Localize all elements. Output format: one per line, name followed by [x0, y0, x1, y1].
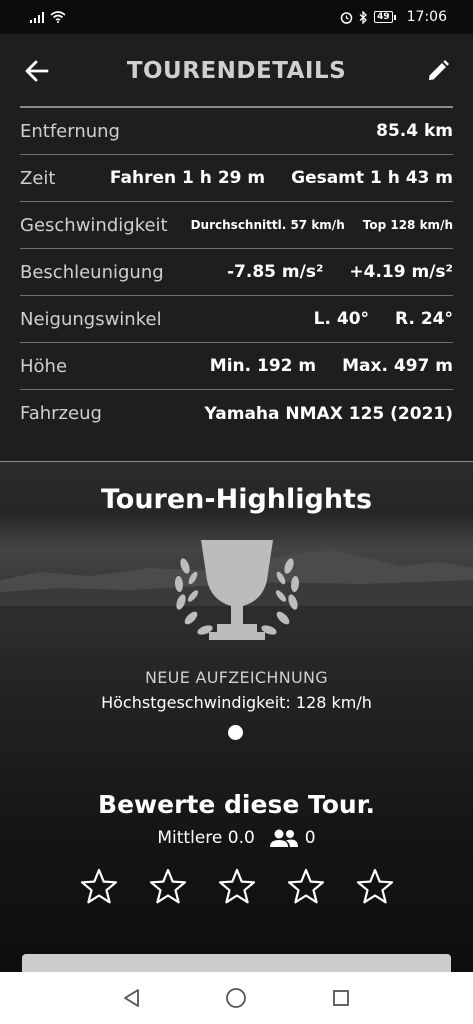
- tour-details-list: Entfernung 85.4 km Zeit Fahren 1 h 29 m …: [0, 108, 473, 462]
- detail-row-vehicle: Fahrzeug Yamaha NMAX 125 (2021): [20, 390, 453, 437]
- trophy-icon: [174, 540, 300, 640]
- average-speed-value: Durchschnittl. 57 km/h: [190, 218, 345, 232]
- detail-label: Höhe: [20, 355, 68, 377]
- highlights-title: Touren-Highlights: [100, 484, 373, 515]
- pencil-icon: [429, 60, 449, 80]
- star-1[interactable]: [78, 866, 120, 908]
- star-5[interactable]: [354, 866, 396, 908]
- star-outline-icon: [287, 868, 325, 904]
- acceleration-value: +4.19 m/s²: [349, 262, 453, 282]
- battery-icon: 49: [374, 11, 396, 23]
- detail-row-altitude: Höhe Min. 192 m Max. 497 m: [20, 343, 453, 390]
- altitude-min-value: Min. 192 m: [209, 356, 317, 376]
- detail-label: Zeit: [20, 167, 56, 189]
- deceleration-value: -7.85 m/s²: [227, 262, 324, 282]
- rating-count: 0: [304, 828, 316, 848]
- status-bar: 49 17:06: [0, 0, 473, 34]
- people-icon: [269, 829, 298, 847]
- star-outline-icon: [149, 868, 187, 904]
- lean-left-value: L. 40°: [313, 309, 370, 329]
- star-4[interactable]: [285, 866, 327, 908]
- detail-row-time: Zeit Fahren 1 h 29 m Gesamt 1 h 43 m: [20, 155, 453, 202]
- riding-time-value: Fahren 1 h 29 m: [109, 168, 266, 188]
- back-button[interactable]: [22, 56, 52, 86]
- star-2[interactable]: [147, 866, 189, 908]
- star-outline-icon: [80, 868, 118, 904]
- detail-label: Neigungswinkel: [20, 308, 162, 330]
- signal-icon: [30, 11, 44, 23]
- carousel-page-indicator[interactable]: [228, 725, 243, 740]
- lean-right-value: R. 24°: [395, 309, 453, 329]
- record-value: Höchstgeschwindigkeit: 128 km/h: [101, 693, 372, 712]
- detail-row-acceleration: Beschleunigung -7.85 m/s² +4.19 m/s²: [20, 249, 453, 296]
- vehicle-value: Yamaha NMAX 125 (2021): [204, 403, 453, 424]
- app-header: TOURENDETAILS: [0, 34, 473, 108]
- wifi-icon: [50, 11, 66, 23]
- battery-level: 49: [377, 12, 390, 22]
- total-time-value: Gesamt 1 h 43 m: [291, 168, 453, 188]
- record-label: NEUE AUFZEICHNUNG: [145, 668, 328, 687]
- altitude-max-value: Max. 497 m: [342, 356, 453, 376]
- alarm-icon: [340, 11, 353, 24]
- rating-title: Bewerte diese Tour.: [98, 790, 375, 819]
- triangle-back-icon: [124, 989, 140, 1007]
- star-outline-icon: [218, 868, 256, 904]
- square-recents-icon: [332, 990, 349, 1006]
- arrow-left-icon: [25, 60, 49, 82]
- star-rating: [78, 866, 396, 908]
- bluetooth-icon: [359, 10, 368, 24]
- detail-row-speed: Geschwindigkeit Durchschnittl. 57 km/h T…: [20, 202, 453, 249]
- star-3[interactable]: [216, 866, 258, 908]
- distance-value: 85.4 km: [376, 121, 453, 141]
- nav-back-button[interactable]: [112, 978, 152, 1018]
- star-outline-icon: [356, 868, 394, 904]
- edit-button[interactable]: [423, 56, 453, 86]
- nav-recents-button[interactable]: [321, 978, 361, 1018]
- status-time: 17:06: [406, 9, 447, 25]
- system-nav-bar: [0, 972, 473, 1024]
- rating-average: Mittlere 0.0: [157, 828, 255, 848]
- detail-row-distance: Entfernung 85.4 km: [20, 108, 453, 155]
- detail-label: Beschleunigung: [20, 261, 164, 283]
- rating-summary: Mittlere 0.0 0: [0, 828, 473, 848]
- detail-label: Fahrzeug: [20, 403, 102, 424]
- detail-row-lean-angle: Neigungswinkel L. 40° R. 24°: [20, 296, 453, 343]
- nav-home-button[interactable]: [216, 978, 256, 1018]
- top-speed-value: Top 128 km/h: [362, 218, 453, 232]
- detail-label: Geschwindigkeit: [20, 214, 168, 236]
- detail-label: Entfernung: [20, 120, 120, 142]
- circle-home-icon: [226, 988, 247, 1008]
- page-title: TOURENDETAILS: [126, 58, 347, 84]
